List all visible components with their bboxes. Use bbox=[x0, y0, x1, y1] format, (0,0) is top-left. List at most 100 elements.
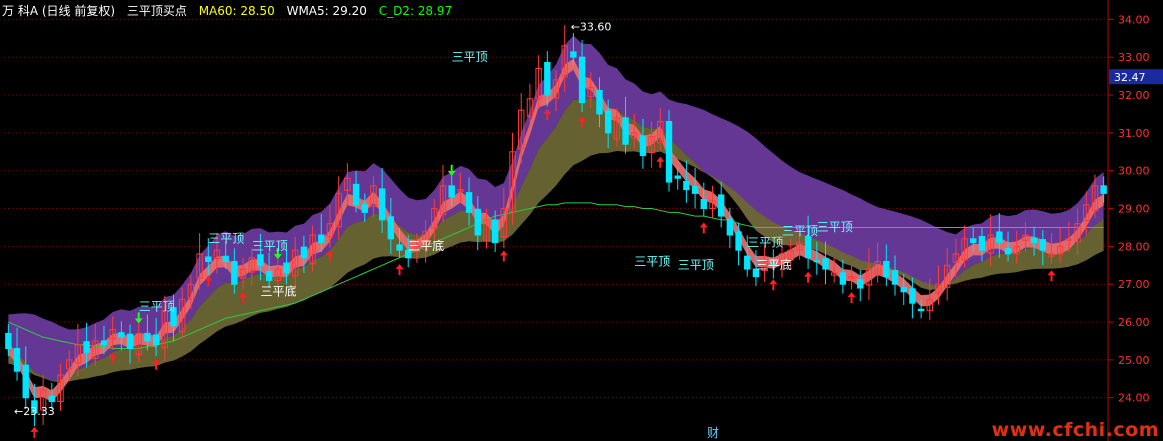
candle-body bbox=[639, 135, 647, 157]
pattern-label: 三平顶 bbox=[678, 258, 714, 272]
candle-body bbox=[857, 279, 864, 289]
candle-body bbox=[5, 332, 12, 350]
pattern-label: 三平顶 bbox=[452, 50, 488, 64]
candle-body bbox=[570, 51, 577, 58]
pattern-label: 三平顶 bbox=[782, 224, 818, 238]
candle-body bbox=[744, 255, 751, 270]
watermark: www.cfchi.com bbox=[991, 419, 1159, 441]
pattern-label: 三平顶 bbox=[252, 239, 288, 253]
pattern-label: 三平顶 bbox=[634, 254, 670, 268]
y-tick-label: 25.00 bbox=[1118, 354, 1150, 367]
y-tick-label: 30.00 bbox=[1118, 165, 1150, 178]
y-tick-label: 34.00 bbox=[1118, 13, 1150, 26]
current-price-label: 32.47 bbox=[1114, 71, 1146, 84]
candle-body bbox=[222, 255, 229, 263]
candle-body bbox=[665, 121, 673, 183]
candle-body bbox=[352, 183, 360, 206]
candle-body bbox=[126, 333, 134, 350]
candle-body bbox=[683, 180, 690, 191]
finance-marker: 财 bbox=[707, 426, 719, 440]
candle-body bbox=[387, 216, 395, 240]
candle-body bbox=[578, 56, 586, 104]
candle-body bbox=[700, 198, 707, 210]
candle-body bbox=[361, 204, 368, 213]
candle-body bbox=[891, 270, 899, 285]
chart-header: 万 科A (日线 前复权) 三平顶买点 MA60: 28.50 WMA5: 29… bbox=[2, 2, 460, 19]
candle-body bbox=[622, 117, 629, 145]
candle-body bbox=[813, 260, 820, 263]
pattern-label: 三平顶 bbox=[139, 300, 175, 314]
candle-body bbox=[674, 175, 681, 179]
candle-body bbox=[691, 186, 699, 194]
candle-body bbox=[474, 208, 481, 236]
candle-body bbox=[1004, 248, 1012, 255]
candle-body bbox=[300, 246, 308, 259]
pattern-label: 三平底 bbox=[756, 257, 792, 272]
candle-body bbox=[839, 272, 847, 285]
y-tick-label: 26.00 bbox=[1118, 316, 1150, 329]
candle-body bbox=[205, 256, 212, 263]
candle-body bbox=[465, 192, 473, 213]
candle-body bbox=[1030, 237, 1038, 244]
candle-body bbox=[265, 270, 273, 281]
candle-body bbox=[604, 110, 612, 134]
candle-body bbox=[144, 332, 151, 342]
candle-body bbox=[1100, 185, 1107, 194]
y-tick-label: 28.00 bbox=[1118, 240, 1150, 253]
candle-body bbox=[283, 262, 290, 274]
candle-body bbox=[396, 244, 403, 251]
candle-body bbox=[257, 254, 264, 266]
candle-body bbox=[596, 89, 603, 115]
candle-body bbox=[822, 257, 829, 270]
candle-body bbox=[726, 218, 734, 236]
pattern-label: 三平底 bbox=[408, 238, 444, 253]
buy-arrow bbox=[656, 156, 665, 168]
y-tick-label: 32.00 bbox=[1118, 89, 1150, 102]
candle-body bbox=[318, 234, 325, 244]
buy-arrow bbox=[699, 222, 708, 234]
y-tick-label: 24.00 bbox=[1118, 392, 1150, 405]
candle-body bbox=[804, 236, 812, 259]
buy-arrow bbox=[499, 250, 508, 262]
candle-body bbox=[231, 261, 238, 285]
candlestick-chart: 34.00 33.00 32.00 31.00 30.00 29.00 28.00 27.00… bbox=[4, 0, 1163, 441]
buy-arrow bbox=[769, 279, 778, 291]
buy-arrow bbox=[804, 271, 813, 283]
candle-body bbox=[491, 219, 499, 244]
candle-body bbox=[978, 236, 986, 251]
indicator-name: 三平顶买点 bbox=[126, 4, 187, 18]
candle-body bbox=[378, 188, 386, 221]
candle-body bbox=[152, 334, 160, 346]
y-tick-label: 27.00 bbox=[1118, 278, 1150, 291]
candle-body bbox=[970, 238, 977, 244]
candle-body bbox=[717, 194, 725, 217]
y-tick-label: 31.00 bbox=[1118, 127, 1150, 140]
candle-body bbox=[22, 364, 29, 399]
pattern-label: 三平底 bbox=[260, 284, 296, 299]
candle-body bbox=[900, 286, 907, 293]
min-price-label: ←23.33 bbox=[14, 405, 55, 418]
ma60-readout: MA60: 28.50 bbox=[198, 4, 275, 18]
pattern-label: 三平顶 bbox=[208, 232, 244, 246]
candle-body bbox=[735, 231, 742, 251]
buy-arrow bbox=[395, 264, 404, 276]
candle-body bbox=[83, 341, 90, 353]
candle-body bbox=[48, 395, 56, 403]
cd2-readout: C_D2: 28.97 bbox=[378, 4, 453, 18]
candle-body bbox=[118, 332, 125, 338]
candle-body bbox=[909, 288, 916, 304]
pattern-label: 三平顶 bbox=[817, 220, 853, 234]
buy-arrow bbox=[1047, 270, 1056, 282]
candle-body bbox=[917, 308, 925, 312]
candle-body bbox=[100, 340, 108, 346]
buy-arrow bbox=[847, 292, 856, 304]
max-price-label: ←33.60 bbox=[571, 21, 612, 34]
wma5-readout: WMA5: 29.20 bbox=[286, 4, 367, 18]
candle-body bbox=[13, 348, 21, 372]
y-tick-label: 29.00 bbox=[1118, 203, 1150, 216]
candle-body bbox=[996, 231, 1003, 244]
candle-body bbox=[448, 185, 455, 198]
buy-arrow bbox=[30, 426, 39, 438]
pattern-label: 三平顶 bbox=[747, 235, 783, 249]
stock-title: 万 科A (日线 前复权) bbox=[2, 4, 116, 18]
